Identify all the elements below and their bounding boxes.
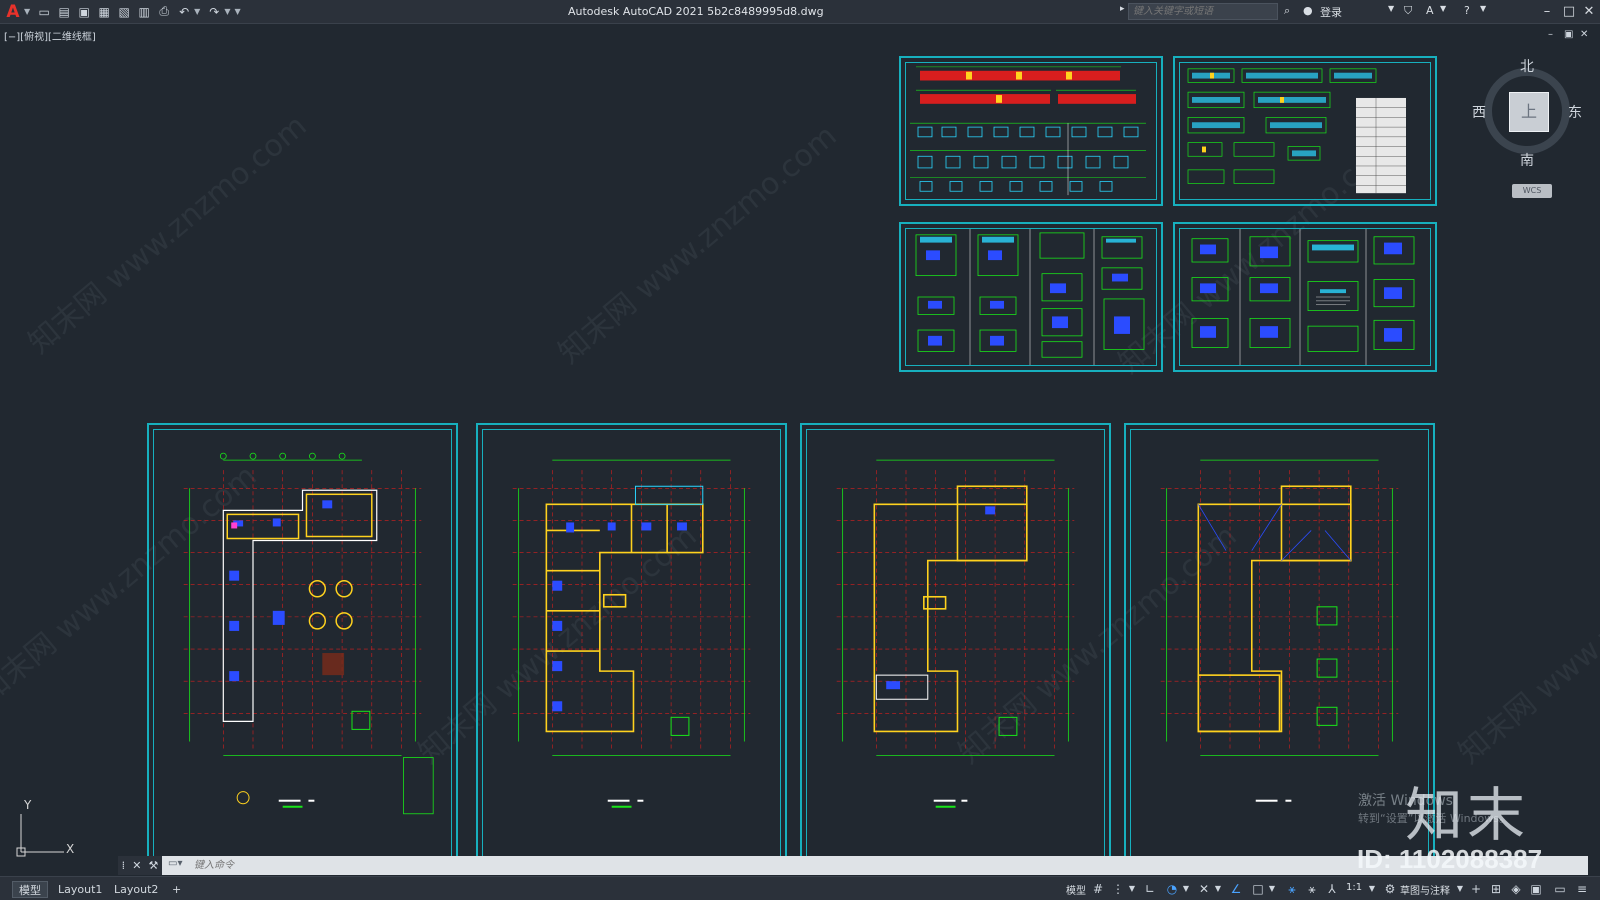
- close-icon[interactable]: ✕: [132, 859, 141, 872]
- drawing-sheet-details-b[interactable]: [1173, 222, 1437, 372]
- title-bar: A ▼ ▭ ▤ ▣ ▦ ▧ ▥ ⎙ ↶ ▼ ↷ ▼ ▼ Autodesk Aut…: [0, 0, 1600, 24]
- osnap-dropdown-icon[interactable]: ▼: [1264, 881, 1280, 897]
- grid-icon[interactable]: #: [1090, 881, 1106, 897]
- login-link[interactable]: 登录: [1320, 4, 1342, 20]
- workspace-switch[interactable]: 草图与注释: [1400, 882, 1450, 897]
- compass-west[interactable]: 西: [1472, 102, 1486, 122]
- viewport-restore-icon[interactable]: ▣: [1564, 29, 1573, 40]
- save-icon[interactable]: ▣: [75, 3, 93, 21]
- help-icon[interactable]: ?: [1464, 4, 1470, 17]
- view-cube[interactable]: 上 北 南 西 东 WCS: [1472, 59, 1584, 210]
- maximize-button[interactable]: □: [1558, 2, 1580, 22]
- redo-dropdown-icon[interactable]: ▼: [224, 7, 230, 16]
- ucs-x-label: X: [66, 842, 75, 856]
- tab-model[interactable]: 模型: [12, 881, 48, 898]
- auto-scale-icon[interactable]: ⚹: [1304, 881, 1320, 897]
- command-line-handle[interactable]: ⁞ ✕ ⚒: [118, 856, 162, 875]
- annotation-visibility-icon[interactable]: ⚹: [1284, 881, 1300, 897]
- isolate-objects-icon[interactable]: ◈: [1508, 881, 1524, 897]
- search-expand-icon[interactable]: ▸: [1120, 4, 1125, 14]
- cart-icon[interactable]: ⛉: [1404, 4, 1412, 18]
- compass-south[interactable]: 南: [1520, 150, 1534, 170]
- drawing-sheet-details-a[interactable]: [899, 222, 1163, 372]
- watermark-text: 知末网 www.znzmo.com: [1452, 518, 1600, 771]
- customize-toolbar-icon[interactable]: ▼: [234, 7, 240, 16]
- compass-east[interactable]: 东: [1568, 102, 1582, 122]
- snap-dropdown-icon[interactable]: ▼: [1124, 881, 1140, 897]
- window-title: Autodesk AutoCAD 2021 5b2c8489995d8.dwg: [568, 5, 824, 18]
- user-icon[interactable]: ●: [1303, 4, 1313, 17]
- drawing-sheet-floor-plan-2[interactable]: [476, 423, 787, 863]
- view-cube-top-face[interactable]: 上: [1509, 92, 1549, 132]
- isodraft-dropdown-icon[interactable]: ▼: [1210, 881, 1226, 897]
- clean-screen-icon[interactable]: ▭: [1552, 881, 1568, 897]
- drawing-sheet-elevations[interactable]: [899, 56, 1163, 206]
- watermark-logo: 知末: [1405, 781, 1530, 849]
- drawing-sheet-sections[interactable]: [1173, 56, 1437, 206]
- plot-preview-icon[interactable]: ▧: [115, 3, 133, 21]
- units-icon[interactable]: ⊞: [1488, 881, 1504, 897]
- search-box: [1128, 3, 1278, 20]
- workspace-dropdown-icon[interactable]: ▼: [1452, 881, 1468, 897]
- drawing-sheet-floor-plan-1[interactable]: [147, 423, 458, 863]
- drawing-sheet-floor-plan-3[interactable]: [800, 423, 1111, 863]
- model-space-toggle[interactable]: 模型: [1066, 882, 1086, 897]
- search-input[interactable]: [1129, 4, 1277, 19]
- search-icon[interactable]: ⌕: [1284, 4, 1290, 18]
- viewport-close-icon[interactable]: ✕: [1580, 29, 1588, 40]
- annotation-scale-value[interactable]: 1:1: [1346, 882, 1362, 893]
- watermark-text: 知末网 www.znzmo.com: [22, 108, 314, 361]
- grip-icon[interactable]: ⁞: [122, 859, 126, 872]
- command-input[interactable]: [166, 858, 466, 873]
- help-dropdown-icon[interactable]: ▼: [1480, 4, 1486, 13]
- wrench-icon[interactable]: ⚒: [149, 859, 159, 872]
- chevron-down-icon[interactable]: ▼: [24, 7, 30, 16]
- save-as-icon[interactable]: ▦: [95, 3, 113, 21]
- undo-dropdown-icon[interactable]: ▼: [194, 7, 200, 16]
- ortho-icon[interactable]: ∟: [1142, 881, 1158, 897]
- redo-icon[interactable]: ↷: [205, 3, 223, 21]
- annotation-scale-icon[interactable]: ⅄: [1324, 881, 1340, 897]
- object-snap-tracking-icon[interactable]: ∠: [1228, 881, 1244, 897]
- undo-icon[interactable]: ↶: [175, 3, 193, 21]
- viewport-controls[interactable]: [−][俯视][二维线框]: [4, 28, 96, 43]
- watermark-id: ID: 1102088387: [1357, 844, 1543, 874]
- minimize-button[interactable]: –: [1536, 2, 1558, 22]
- hardware-acceleration-icon[interactable]: ▣: [1528, 881, 1544, 897]
- workspace-gear-icon[interactable]: ⚙: [1382, 881, 1398, 897]
- viewport-minimize-icon[interactable]: –: [1548, 29, 1553, 40]
- open-icon[interactable]: ▤: [55, 3, 73, 21]
- polar-dropdown-icon[interactable]: ▼: [1178, 881, 1194, 897]
- autocad-window: A ▼ ▭ ▤ ▣ ▦ ▧ ▥ ⎙ ↶ ▼ ↷ ▼ ▼ Autodesk Aut…: [0, 0, 1600, 900]
- login-dropdown-icon[interactable]: ▼: [1388, 4, 1394, 13]
- compass-north[interactable]: 北: [1520, 56, 1534, 76]
- print-icon[interactable]: ⎙: [155, 3, 173, 21]
- scale-dropdown-icon[interactable]: ▼: [1364, 881, 1380, 897]
- publish-icon[interactable]: ▥: [135, 3, 153, 21]
- crosshair-icon[interactable]: +: [1468, 881, 1484, 897]
- add-layout-button[interactable]: +: [166, 881, 187, 898]
- status-bar: 模型 Layout1 Layout2 + 模型 # ⋮ ▼ ∟ ◔ ▼ ✕ ▼ …: [0, 876, 1600, 900]
- application-menu-button[interactable]: A: [2, 1, 24, 23]
- ucs-y-label: Y: [24, 798, 32, 812]
- ucs-icon: Y X: [14, 798, 84, 860]
- tab-layout2[interactable]: Layout2: [108, 881, 164, 898]
- watermark-text: 知末网 www.znzmo.com: [552, 118, 844, 371]
- account-dropdown-icon[interactable]: ▼: [1440, 4, 1446, 13]
- tab-layout1[interactable]: Layout1: [52, 881, 108, 898]
- new-icon[interactable]: ▭: [35, 3, 53, 21]
- autodesk-account-icon[interactable]: A: [1426, 4, 1434, 17]
- customization-menu-icon[interactable]: ≡: [1574, 881, 1590, 897]
- wcs-menu-button[interactable]: WCS: [1512, 184, 1552, 198]
- close-button[interactable]: ✕: [1578, 2, 1600, 22]
